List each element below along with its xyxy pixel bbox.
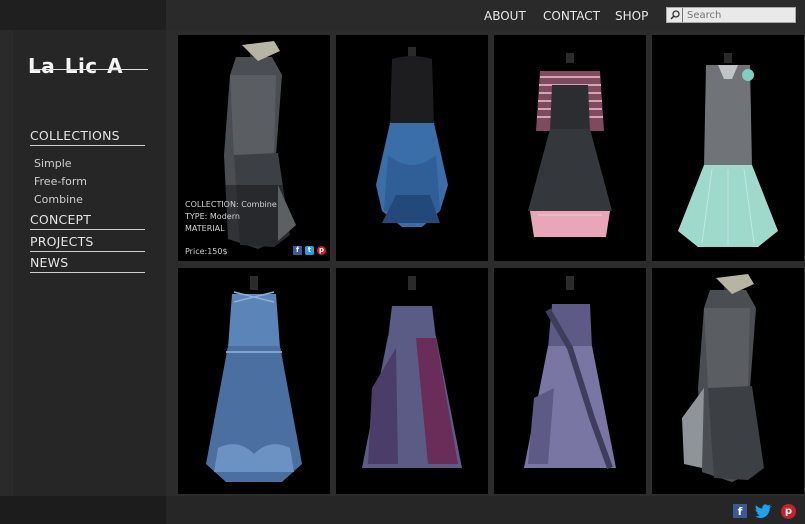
pinterest-icon[interactable]: p (781, 504, 796, 519)
product-type: TYPE: Modern (185, 212, 240, 221)
footer (0, 496, 805, 524)
product-overlay: COLLECTION: Combine TYPE: Modern MATERIA… (185, 199, 277, 235)
product-card[interactable] (178, 268, 330, 494)
facebook-icon[interactable]: f (733, 504, 747, 518)
footer-left-block (0, 496, 166, 524)
nav-shop[interactable]: SHOP (615, 9, 648, 23)
product-price: Price:150$ (185, 247, 228, 256)
dress-image (678, 53, 778, 247)
product-card[interactable] (652, 35, 804, 261)
dress-image (376, 47, 448, 227)
sidebar-item-news[interactable]: NEWS (30, 255, 145, 273)
logo[interactable]: La Lic A (28, 54, 123, 78)
dress-image (362, 276, 462, 468)
dress-image (524, 276, 616, 470)
nav-about[interactable]: ABOUT (484, 9, 526, 23)
dress-image (528, 53, 612, 237)
sidebar-item-concept[interactable]: CONCEPT (30, 212, 145, 230)
product-material: MATERIAL (185, 224, 225, 233)
nav-contact[interactable]: CONTACT (543, 9, 600, 23)
product-share: f t p (293, 246, 326, 255)
dress-image (682, 274, 764, 482)
logo-text: La Lic A (28, 54, 124, 78)
product-card[interactable]: COLLECTION: Combine TYPE: Modern MATERIA… (178, 35, 330, 261)
product-collection: COLLECTION: Combine (185, 200, 277, 209)
search-input[interactable] (683, 8, 795, 22)
twitter-icon[interactable]: t (305, 246, 314, 255)
dress-image (206, 276, 302, 482)
product-card[interactable] (652, 268, 804, 494)
sidebar-subitem-combine[interactable]: Combine (34, 193, 83, 206)
search-box (666, 7, 796, 23)
sidebar-item-projects[interactable]: PROJECTS (30, 234, 145, 252)
top-bar-left-block (0, 0, 166, 30)
logo-underline (30, 69, 148, 70)
sidebar-subitem-free-form[interactable]: Free-form (34, 175, 87, 188)
twitter-icon[interactable] (755, 504, 773, 518)
product-card[interactable] (336, 268, 488, 494)
facebook-icon[interactable]: f (293, 246, 302, 255)
product-card[interactable] (336, 35, 488, 261)
sidebar-subitem-simple[interactable]: Simple (34, 157, 72, 170)
product-card[interactable] (494, 268, 646, 494)
pinterest-icon[interactable]: p (317, 246, 326, 255)
sidebar-item-collections[interactable]: COLLECTIONS (30, 128, 145, 146)
search-icon[interactable] (667, 8, 683, 22)
product-card[interactable] (494, 35, 646, 261)
